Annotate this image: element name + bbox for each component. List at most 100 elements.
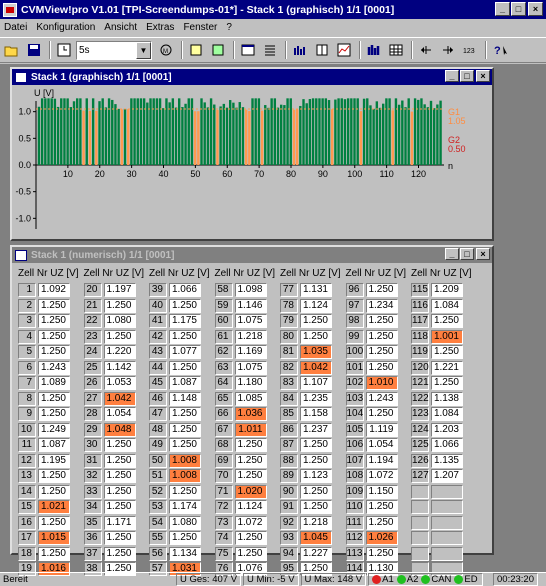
voltage-bar <box>276 107 280 165</box>
cell-number: 104 <box>345 407 364 421</box>
cell-number: 13 <box>18 469 36 483</box>
status-u-max: U Max: 148 V <box>300 573 367 586</box>
voltage-bar <box>289 98 292 165</box>
column-header: Zell Nr UZ [V] <box>345 268 407 279</box>
menu-konfiguration[interactable]: Konfiguration <box>36 22 95 33</box>
minimize-button[interactable]: _ <box>495 2 510 16</box>
help-icon[interactable]: ? <box>490 40 510 60</box>
cursor-left-icon[interactable] <box>416 40 436 60</box>
config-icon[interactable] <box>186 40 206 60</box>
cell-row: 126 1.135 <box>411 453 472 470</box>
graph-minimize-button[interactable]: _ <box>445 70 459 82</box>
column-header: Zell Nr UZ [V] <box>18 268 79 279</box>
cell-voltage: 1.080 <box>169 515 201 530</box>
interval-select[interactable]: 5s ▼ <box>76 40 152 60</box>
cell-row: 104 1.250 <box>345 407 407 423</box>
cell-voltage: 1.008 <box>169 469 201 483</box>
graph-window-title-bar[interactable]: Stack 1 (graphisch) 1/1 [0001] _ □ × <box>12 69 492 85</box>
voltage-bar <box>353 98 356 165</box>
cell-number: 119 <box>411 345 429 359</box>
properties-icon[interactable] <box>238 40 258 60</box>
cell-row: 22 1.080 <box>83 314 145 330</box>
menu-ansicht[interactable]: Ansicht <box>104 22 137 33</box>
voltage-bar <box>232 102 235 165</box>
cell-number <box>411 546 429 561</box>
cell-row: 97 1.234 <box>345 298 407 315</box>
voltage-bar <box>337 98 340 165</box>
cell-voltage: 1.015 <box>38 531 70 545</box>
title-bar[interactable]: CVMView!pro V1.01 [TPI-Screendumps-01*] … <box>0 0 546 19</box>
voltage-bar <box>238 102 241 165</box>
cell-number: 92 <box>280 515 298 530</box>
cell-number: 1 <box>18 283 36 297</box>
cursor-right-icon[interactable] <box>438 40 458 60</box>
voltage-bar <box>241 107 245 165</box>
app-icon[interactable] <box>3 2 17 17</box>
graph-close-button[interactable]: × <box>476 70 490 82</box>
cell-row: 89 1.123 <box>280 469 341 485</box>
table-icon[interactable] <box>312 40 332 60</box>
maximize-button[interactable]: □ <box>511 2 526 16</box>
cell-voltage: 1.250 <box>38 329 70 344</box>
graph-view-icon[interactable] <box>364 40 384 60</box>
cell-number: 65 <box>214 391 233 406</box>
numeric-maximize-button[interactable]: □ <box>460 248 474 260</box>
numeric-close-button[interactable]: × <box>476 248 490 260</box>
cell-voltage: 1.008 <box>169 453 201 468</box>
menu-extras[interactable]: Extras <box>146 22 174 33</box>
cell-number: 36 <box>83 531 102 545</box>
cell-voltage <box>431 484 463 499</box>
cell-number: 96 <box>345 283 364 297</box>
config2-icon[interactable] <box>208 40 228 60</box>
measure-icon[interactable]: M <box>156 40 176 60</box>
line-chart-icon[interactable] <box>334 40 354 60</box>
numeric-minimize-button[interactable]: _ <box>445 248 459 260</box>
cell-number: 62 <box>214 345 233 359</box>
voltage-bar <box>95 110 98 165</box>
menu-datei[interactable]: Datei <box>4 22 27 33</box>
cell-row: 92 1.218 <box>280 515 341 532</box>
numbering-icon[interactable]: 123 <box>460 40 480 60</box>
menu-fenster[interactable]: Fenster <box>183 22 217 33</box>
cell-number: 64 <box>214 376 233 390</box>
cell-row: 16 1.250 <box>18 515 79 532</box>
voltage-bar <box>56 106 60 165</box>
clock-icon[interactable] <box>54 40 74 60</box>
voltage-bar <box>429 100 433 165</box>
close-button[interactable]: × <box>528 2 543 16</box>
cell-voltage: 1.250 <box>103 546 136 561</box>
voltage-bar <box>101 98 104 165</box>
cell-number: 27 <box>83 391 102 406</box>
cell-row: 47 1.250 <box>149 407 210 423</box>
numeric-window-title-bar[interactable]: Stack 1 (numerisch) 1/1 [0001] _ □ × <box>12 247 492 263</box>
voltage-bar <box>178 98 181 165</box>
cell-row: 99 1.250 <box>345 329 407 346</box>
status-ready: Bereit <box>3 574 28 585</box>
cell-voltage: 1.158 <box>300 407 332 421</box>
cell-row <box>411 515 472 532</box>
cell-voltage: 1.066 <box>431 438 463 452</box>
chevron-down-icon[interactable]: ▼ <box>136 41 151 59</box>
toolbar-separator <box>181 41 183 59</box>
voltage-bar <box>244 109 248 165</box>
cell-number: 46 <box>149 391 167 406</box>
cell-number: 35 <box>83 515 102 530</box>
voltage-bar <box>136 98 139 165</box>
voltage-bar <box>50 98 53 165</box>
voltage-bar <box>123 108 127 165</box>
x-tick-label: 120 <box>411 169 426 179</box>
voltage-bar <box>98 101 101 165</box>
cell-row: 124 1.203 <box>411 422 472 439</box>
cell-voltage: 1.235 <box>300 391 332 406</box>
cell-voltage <box>431 531 463 545</box>
graph-maximize-button[interactable]: □ <box>460 70 474 82</box>
list-icon[interactable] <box>260 40 280 60</box>
voltage-bar <box>366 98 369 165</box>
open-icon[interactable] <box>2 40 22 60</box>
numeric-view-icon[interactable] <box>386 40 406 60</box>
cell-voltage: 1.075 <box>234 360 267 375</box>
save-icon[interactable] <box>24 40 44 60</box>
menu-help[interactable]: ? <box>226 22 232 33</box>
bar-chart-icon[interactable] <box>290 40 310 60</box>
cell-voltage: 1.203 <box>431 422 463 437</box>
